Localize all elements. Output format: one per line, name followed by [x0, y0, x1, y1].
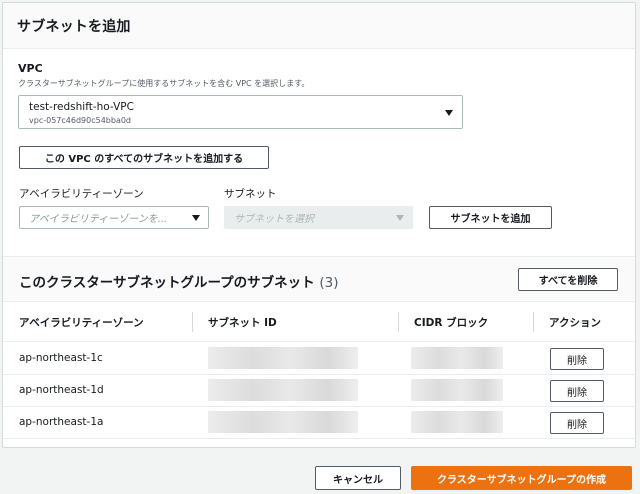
delete-row-button[interactable]: 削除	[550, 380, 604, 402]
column-divider	[192, 312, 193, 332]
add-subnet-button[interactable]: サブネットを追加	[429, 206, 552, 229]
vpc-select[interactable]: test-redshift-ho-VPC vpc-057c46d90c54bba…	[18, 95, 463, 129]
redacted-subnet-id	[208, 347, 358, 369]
group-subnets-header: このクラスターサブネットグループのサブネット (3) すべてを削除	[3, 256, 635, 302]
group-subnets-title-text: このクラスターサブネットグループのサブネット	[19, 275, 315, 291]
row-az: ap-northeast-1a	[19, 416, 104, 428]
table-header: アベイラビリティーゾーン サブネット ID CIDR ブロック アクション	[3, 302, 635, 342]
table-row: ap-northeast-1d 削除	[3, 375, 635, 407]
create-subnet-group-button[interactable]: クラスターサブネットグループの作成	[411, 466, 632, 490]
column-divider	[533, 312, 534, 332]
redacted-subnet-id	[208, 379, 358, 401]
panel-header: サブネットを追加	[3, 3, 635, 49]
az-label: アベイラビリティーゾーン	[19, 188, 144, 200]
redacted-cidr	[411, 379, 503, 401]
caret-down-icon	[445, 110, 453, 116]
subnet-select: サブネットを選択	[224, 206, 413, 229]
table-row: ap-northeast-1a 削除	[3, 407, 635, 439]
table-row: ap-northeast-1c 削除	[3, 343, 635, 375]
row-az: ap-northeast-1c	[19, 352, 103, 364]
group-subnets-count: (3)	[319, 275, 339, 291]
subnet-select-placeholder: サブネットを選択	[234, 214, 314, 225]
vpc-description: クラスターサブネットグループに使用するサブネットを含む VPC を選択します。	[18, 79, 310, 88]
add-subnets-panel: サブネットを追加 VPC クラスターサブネットグループに使用するサブネットを含む…	[2, 2, 636, 448]
group-subnets-title: このクラスターサブネットグループのサブネット (3)	[19, 271, 338, 291]
vpc-label: VPC	[18, 62, 43, 75]
redacted-cidr	[411, 347, 503, 369]
delete-row-button[interactable]: 削除	[550, 348, 604, 370]
cancel-button[interactable]: キャンセル	[315, 466, 401, 490]
add-all-vpc-subnets-button[interactable]: この VPC のすべてのサブネットを追加する	[19, 146, 269, 169]
caret-down-icon	[396, 215, 404, 221]
vpc-selected-name: test-redshift-ho-VPC	[29, 101, 134, 113]
column-header-subnet-id: サブネット ID	[208, 317, 277, 329]
row-az: ap-northeast-1d	[19, 384, 104, 396]
vpc-selected-id: vpc-057c46d90c54bba0d	[29, 116, 132, 125]
delete-row-button[interactable]: 削除	[550, 412, 604, 434]
az-select-placeholder: アベイラビリティーゾーンを...	[29, 214, 168, 225]
az-select[interactable]: アベイラビリティーゾーンを...	[19, 206, 209, 229]
panel-title: サブネットを追加	[17, 18, 131, 35]
column-header-az: アベイラビリティーゾーン	[19, 317, 144, 329]
remove-all-button[interactable]: すべてを削除	[518, 268, 618, 291]
subnet-label: サブネット	[224, 188, 277, 200]
column-header-cidr: CIDR ブロック	[414, 317, 489, 329]
column-header-action: アクション	[549, 317, 601, 329]
redacted-cidr	[411, 411, 503, 433]
redacted-subnet-id	[208, 411, 358, 433]
caret-down-icon	[192, 215, 200, 221]
column-divider	[398, 312, 399, 332]
